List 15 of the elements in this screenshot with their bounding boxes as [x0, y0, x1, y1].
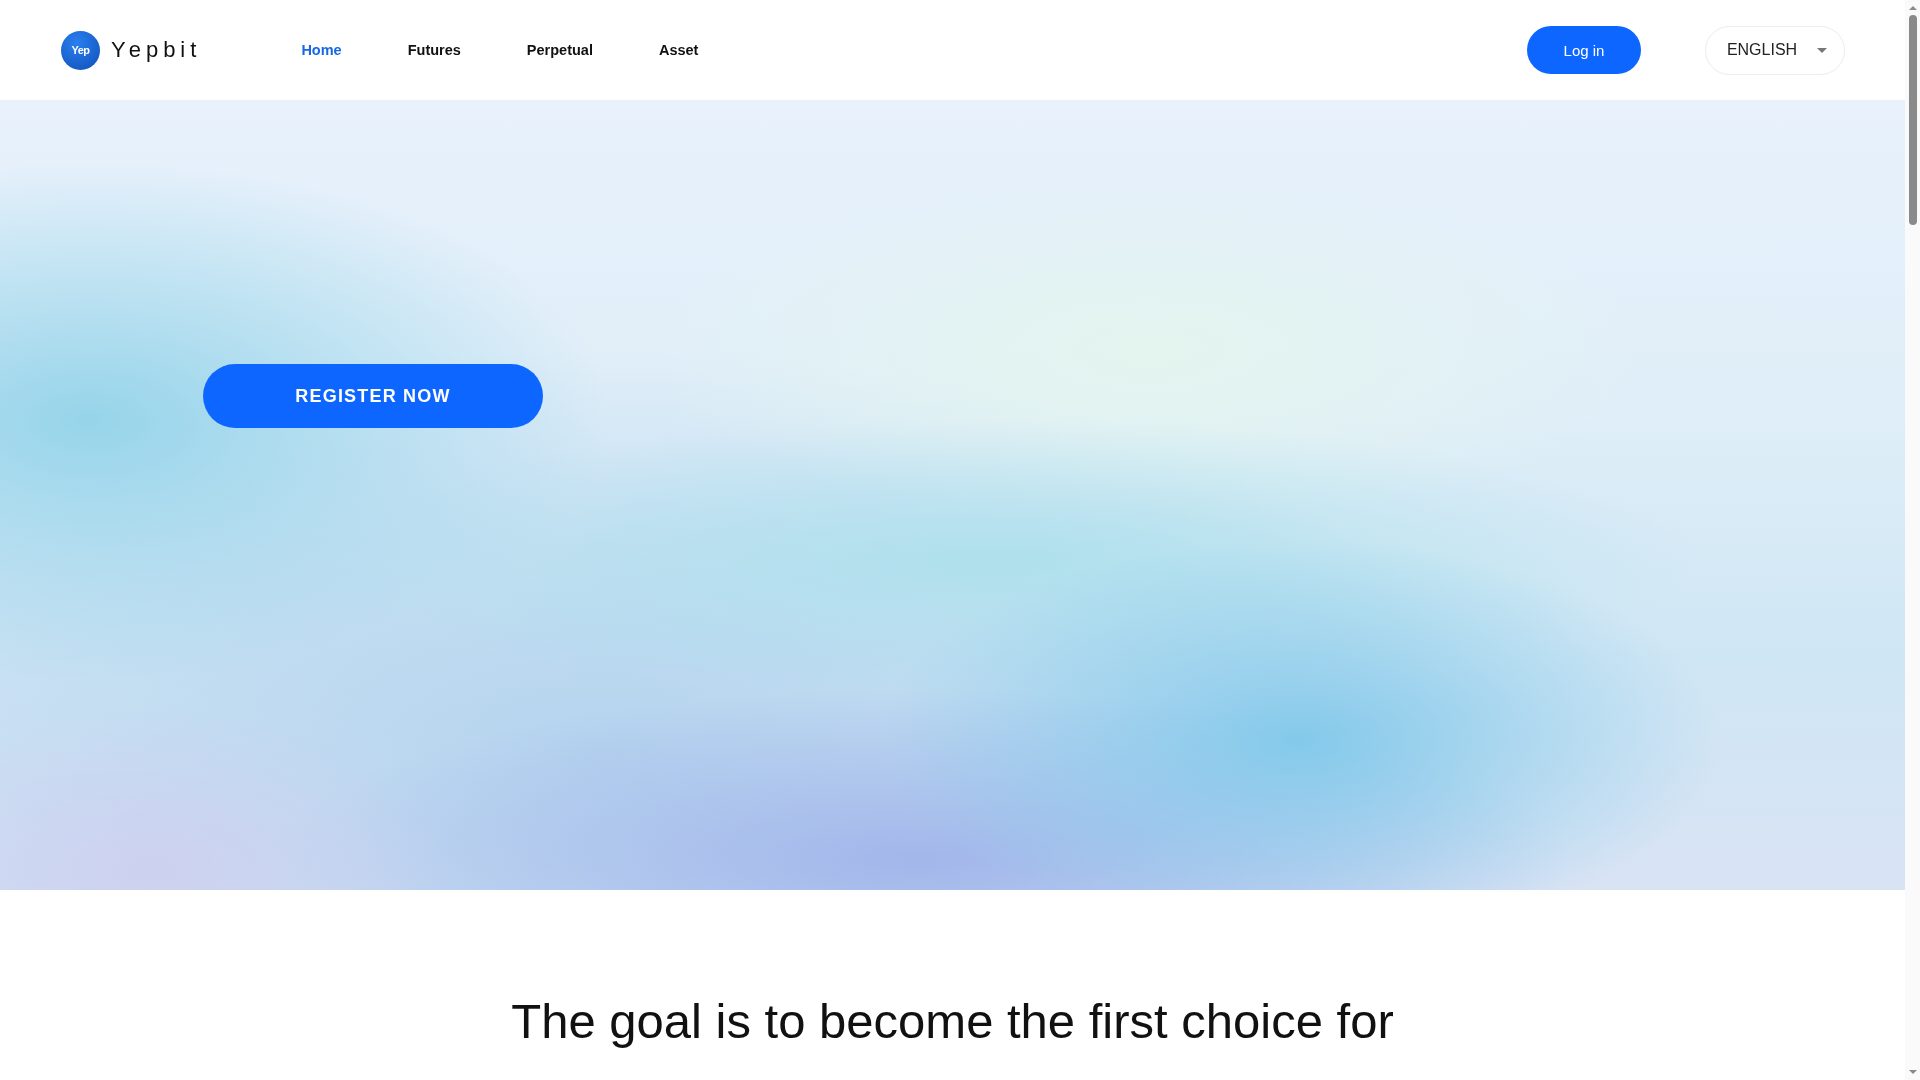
caret-icon — [1817, 47, 1828, 53]
scrollbar-thumb[interactable] — [1908, 15, 1917, 225]
scroll-up-icon[interactable] — [1908, 6, 1917, 10]
nav-link[interactable]: Home — [301, 42, 342, 58]
language-dropdown[interactable]: ENGLISH — [1705, 25, 1845, 75]
scrollbar[interactable] — [1905, 0, 1920, 1080]
logo-mark[interactable]: Yep — [61, 30, 100, 70]
nav-link[interactable]: Asset — [658, 42, 699, 58]
nav-link[interactable]: Perpetual — [526, 42, 593, 58]
nav-link[interactable]: Futures — [407, 42, 461, 58]
login-button[interactable]: Log in — [1527, 26, 1641, 74]
section-heading: The goal is to become the first choice for — [511, 993, 1394, 1050]
logo-wordmark[interactable]: Yepbit — [111, 37, 202, 63]
scroll-down-icon[interactable] — [1908, 1070, 1917, 1074]
register-button[interactable]: REGISTER NOW — [203, 364, 543, 428]
